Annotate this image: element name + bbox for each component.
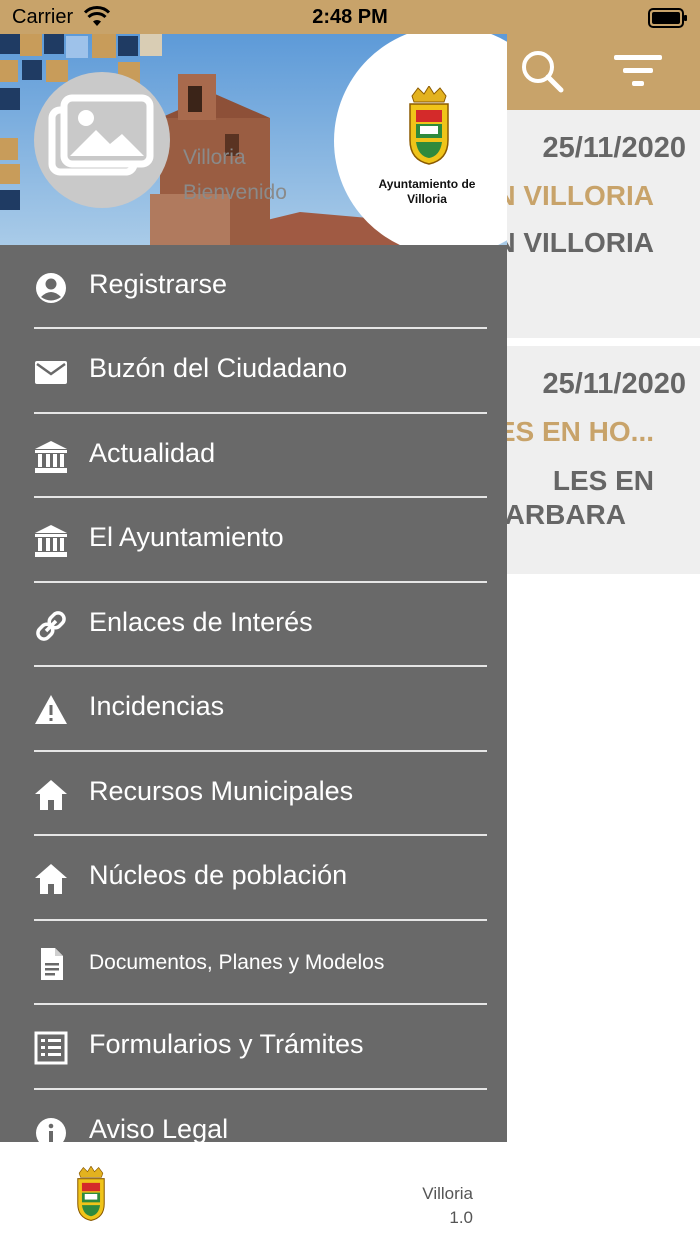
- badge-line: Ayuntamiento de: [378, 177, 476, 191]
- menu-item-registrarse[interactable]: Registrarse: [0, 245, 507, 329]
- list-icon: [34, 1031, 68, 1065]
- mail-icon: [35, 361, 67, 384]
- drawer-footer: Villoria 1.0: [0, 1142, 700, 1244]
- badge-text: Ayuntamiento de Villoria: [342, 177, 507, 207]
- bank-icon: [35, 525, 67, 557]
- menu-label: El Ayuntamiento: [89, 522, 284, 552]
- navigation-drawer: Villoria Bienvenido Ayuntamiento de Vill…: [0, 34, 507, 1142]
- menu-label: Formularios y Trámites: [89, 1029, 364, 1059]
- menu-label: Núcleos de población: [89, 860, 348, 890]
- menu-label: Recursos Municipales: [89, 776, 354, 806]
- status-bar: Carrier 2:48 PM: [0, 0, 700, 34]
- menu-item-formularios[interactable]: Formularios y Trámites: [0, 1005, 507, 1089]
- menu-item-aviso-legal[interactable]: Aviso Legal: [0, 1090, 507, 1142]
- coat-of-arms-icon: [409, 86, 449, 165]
- news-subtitle-line: ARBARA: [504, 499, 626, 530]
- menu-item-nucleos-poblacion[interactable]: Núcleos de población: [0, 836, 507, 920]
- menu-item-incidencias[interactable]: Incidencias: [0, 667, 507, 751]
- image-placeholder-icon: [48, 94, 154, 176]
- document-icon: [41, 948, 63, 980]
- search-icon[interactable]: [519, 48, 565, 94]
- menu-item-actualidad[interactable]: Actualidad: [0, 414, 507, 498]
- menu-label: Documentos, Planes y Modelos: [89, 951, 385, 974]
- news-date: 25/11/2020: [542, 368, 686, 400]
- menu-item-enlaces-interes[interactable]: Enlaces de Interés: [0, 583, 507, 667]
- battery-icon: [648, 8, 687, 28]
- menu-label: Incidencias: [89, 691, 225, 721]
- user-name: Villoria: [183, 146, 246, 169]
- menu-item-el-ayuntamiento[interactable]: El Ayuntamiento: [0, 498, 507, 582]
- menu-label: Buzón del Ciudadano: [89, 353, 348, 383]
- menu-label: Actualidad: [89, 438, 216, 468]
- menu-item-documentos[interactable]: Documentos, Planes y Modelos: [0, 921, 507, 1005]
- menu-label: Enlaces de Interés: [89, 607, 313, 637]
- badge-line: Villoria: [407, 192, 447, 206]
- warning-icon: [35, 695, 67, 724]
- menu-item-buzon-ciudadano[interactable]: Buzón del Ciudadano: [0, 329, 507, 413]
- status-time: 2:48 PM: [312, 6, 388, 28]
- app-version: 1.0: [449, 1208, 473, 1227]
- app-name: Villoria: [422, 1184, 473, 1203]
- welcome-text: Bienvenido: [183, 181, 287, 204]
- filter-icon[interactable]: [612, 52, 664, 90]
- menu-label: Aviso Legal: [89, 1114, 229, 1142]
- home-icon: [35, 864, 67, 894]
- info-icon: [36, 1118, 66, 1142]
- news-subtitle-line: LES EN: [552, 465, 654, 496]
- menu-item-recursos-municipales[interactable]: Recursos Municipales: [0, 752, 507, 836]
- bank-icon: [35, 441, 67, 473]
- home-icon: [35, 780, 67, 810]
- menu-label: Registrarse: [89, 269, 228, 299]
- account-circle-icon: [36, 273, 66, 303]
- news-title: N VILLORIA: [495, 180, 654, 211]
- news-date: 25/11/2020: [542, 132, 686, 164]
- link-icon: [36, 611, 66, 641]
- coat-of-arms-icon: [77, 1166, 105, 1221]
- drawer-header: Villoria Bienvenido Ayuntamiento de Vill…: [0, 34, 507, 245]
- news-subtitle: N VILLORIA: [495, 227, 654, 258]
- avatar[interactable]: [34, 72, 170, 208]
